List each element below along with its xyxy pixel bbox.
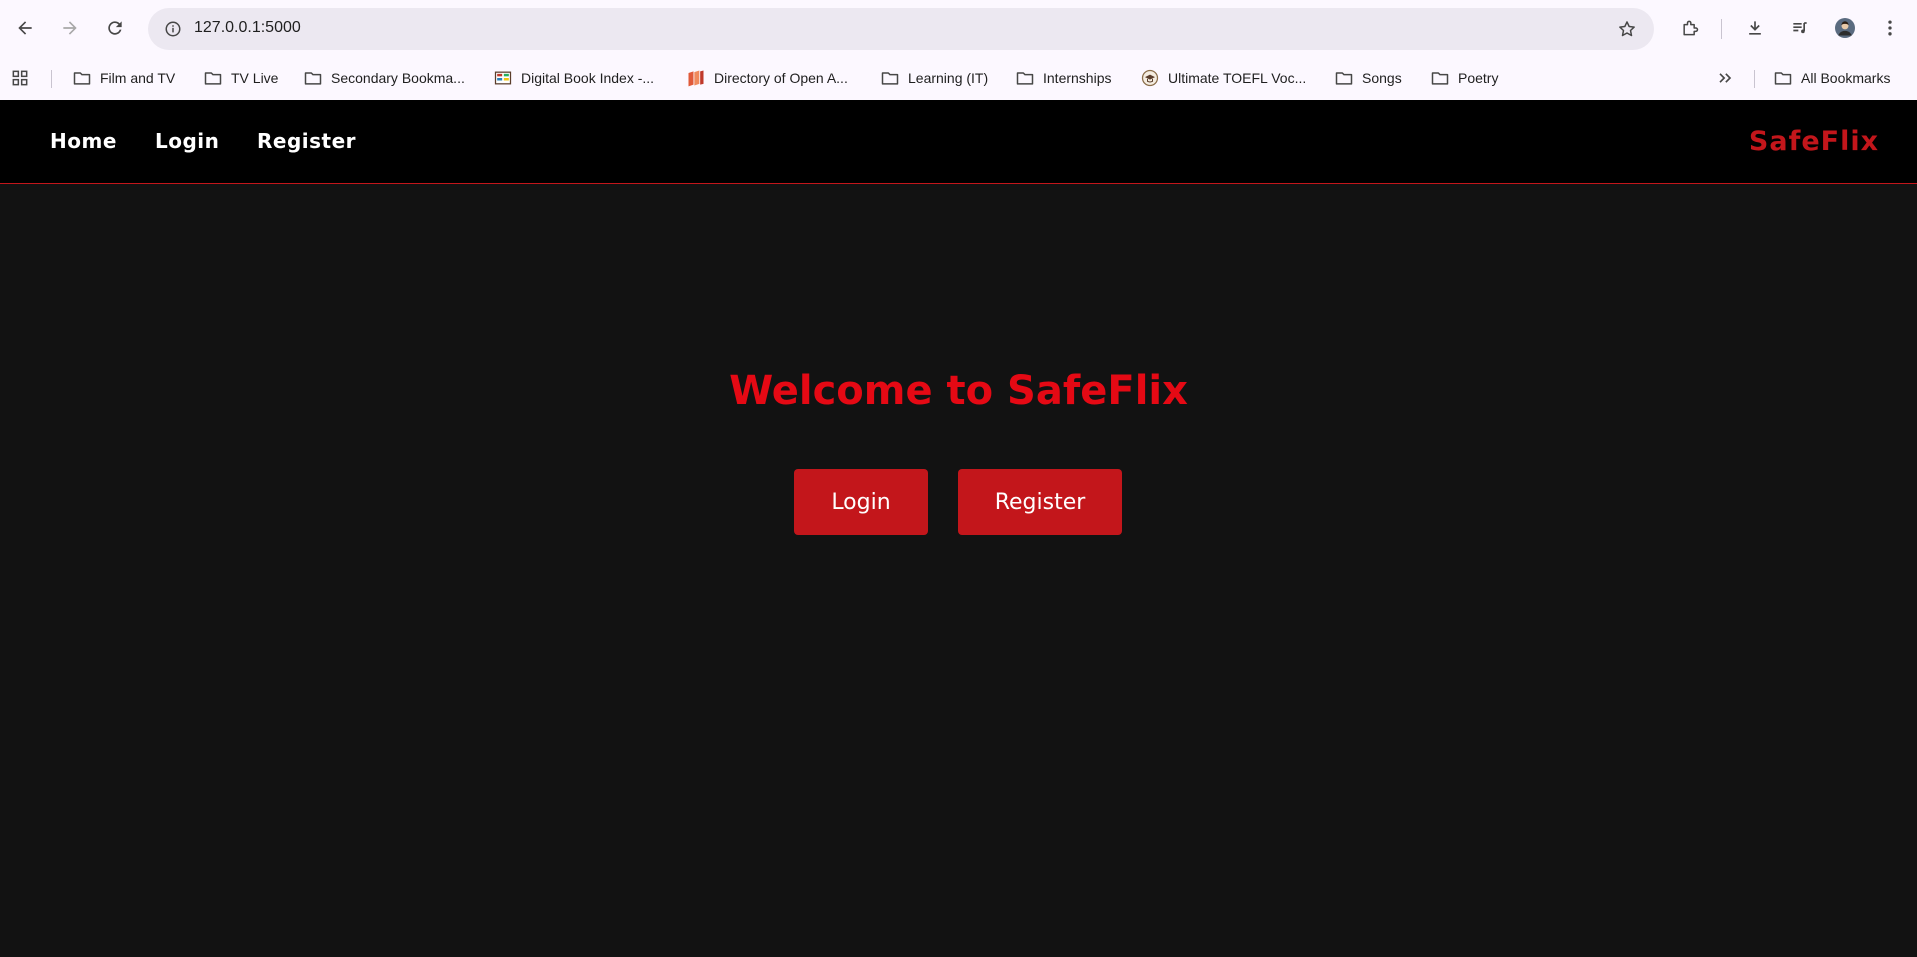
- folder-icon: [1335, 72, 1353, 85]
- bookmark-star-icon[interactable]: [1612, 14, 1642, 44]
- reload-icon: [108, 21, 122, 35]
- arrow-right-icon: [63, 21, 77, 35]
- bookmark-label: Film and TV: [100, 70, 176, 86]
- nav-link-login[interactable]: Login: [155, 129, 219, 153]
- bookmark-item[interactable]: Poetry: [1430, 63, 1498, 93]
- folder-icon: [1774, 72, 1792, 85]
- bookmark-item[interactable]: Secondary Bookma...: [303, 63, 465, 93]
- all-bookmarks-label: All Bookmarks: [1801, 70, 1891, 86]
- all-bookmarks-button[interactable]: All Bookmarks: [1773, 63, 1890, 93]
- nav-link-register[interactable]: Register: [257, 129, 356, 153]
- more-bookmarks-button[interactable]: [1715, 63, 1735, 93]
- bookmark-label: TV Live: [231, 70, 279, 86]
- toolbar-divider: [1721, 19, 1722, 39]
- site-info-icon[interactable]: [158, 14, 188, 44]
- playlist-music-icon: [1793, 22, 1807, 34]
- bookmark-label: Directory of Open A...: [714, 70, 848, 86]
- page-title: Welcome to SafeFlix: [729, 368, 1188, 414]
- folder-icon: [1016, 72, 1034, 85]
- media-controls-button[interactable]: [1783, 11, 1817, 45]
- bookmark-label: Songs: [1362, 70, 1402, 86]
- site-logo[interactable]: SafeFlix: [1749, 126, 1879, 157]
- bookmark-item[interactable]: Film and TV: [72, 63, 175, 93]
- bookmarks-divider: [1754, 70, 1755, 88]
- register-button[interactable]: Register: [958, 469, 1122, 535]
- url-text[interactable]: 127.0.0.1:5000: [194, 19, 301, 37]
- bookmark-label: Internships: [1043, 70, 1112, 86]
- folder-icon: [73, 72, 91, 85]
- downloads-button[interactable]: [1738, 11, 1772, 45]
- browser-menu-button[interactable]: [1873, 11, 1907, 45]
- bookmark-label: Ultimate TOEFL Voc...: [1168, 70, 1307, 86]
- forward-button[interactable]: [53, 11, 87, 45]
- site-navbar: Home Login Register SafeFlix: [0, 100, 1917, 184]
- download-icon: [1749, 21, 1761, 35]
- more-vert-icon: [1888, 20, 1892, 36]
- bookmark-label: Poetry: [1458, 70, 1499, 86]
- doaj-favicon: [688, 70, 704, 87]
- bookmark-label: Learning (IT): [908, 70, 989, 86]
- toefl-favicon: [1141, 69, 1159, 87]
- puzzle-icon: [1683, 20, 1699, 36]
- bookmark-item[interactable]: Digital Book Index -...: [493, 63, 654, 93]
- login-button[interactable]: Login: [794, 469, 928, 535]
- folder-icon: [1431, 72, 1449, 85]
- browser-toolbar: 127.0.0.1:5000: [0, 0, 1917, 58]
- bookmark-item[interactable]: TV Live: [203, 63, 278, 93]
- page-content: Home Login Register SafeFlix Welcome to …: [0, 100, 1917, 957]
- browser-chrome: 127.0.0.1:5000 Film and TV TV Live Secon…: [0, 0, 1917, 100]
- profile-button[interactable]: [1828, 11, 1862, 45]
- back-button[interactable]: [8, 11, 42, 45]
- bookmark-item[interactable]: Directory of Open A...: [686, 63, 848, 93]
- book-favicon: [494, 71, 512, 85]
- chevron-double-right-icon: [1719, 73, 1732, 83]
- apps-button[interactable]: [10, 63, 30, 93]
- reload-button[interactable]: [98, 11, 132, 45]
- arrow-left-icon: [18, 21, 32, 35]
- bookmark-label: Secondary Bookma...: [331, 70, 465, 86]
- bookmark-item[interactable]: Learning (IT): [880, 63, 988, 93]
- address-bar[interactable]: 127.0.0.1:5000: [148, 8, 1654, 50]
- nav-link-home[interactable]: Home: [50, 129, 117, 153]
- bookmark-label: Digital Book Index -...: [521, 70, 655, 86]
- bookmarks-bar: Film and TV TV Live Secondary Bookma... …: [0, 58, 1917, 100]
- bookmark-item[interactable]: Internships: [1015, 63, 1111, 93]
- folder-icon: [881, 72, 899, 85]
- bookmark-item[interactable]: Ultimate TOEFL Voc...: [1140, 63, 1306, 93]
- folder-icon: [204, 72, 222, 85]
- apps-grid-icon: [12, 70, 28, 86]
- avatar: [1835, 18, 1855, 38]
- extensions-button[interactable]: [1673, 11, 1707, 45]
- bookmarks-divider: [51, 70, 52, 88]
- folder-icon: [304, 72, 322, 85]
- bookmark-item[interactable]: Songs: [1334, 63, 1402, 93]
